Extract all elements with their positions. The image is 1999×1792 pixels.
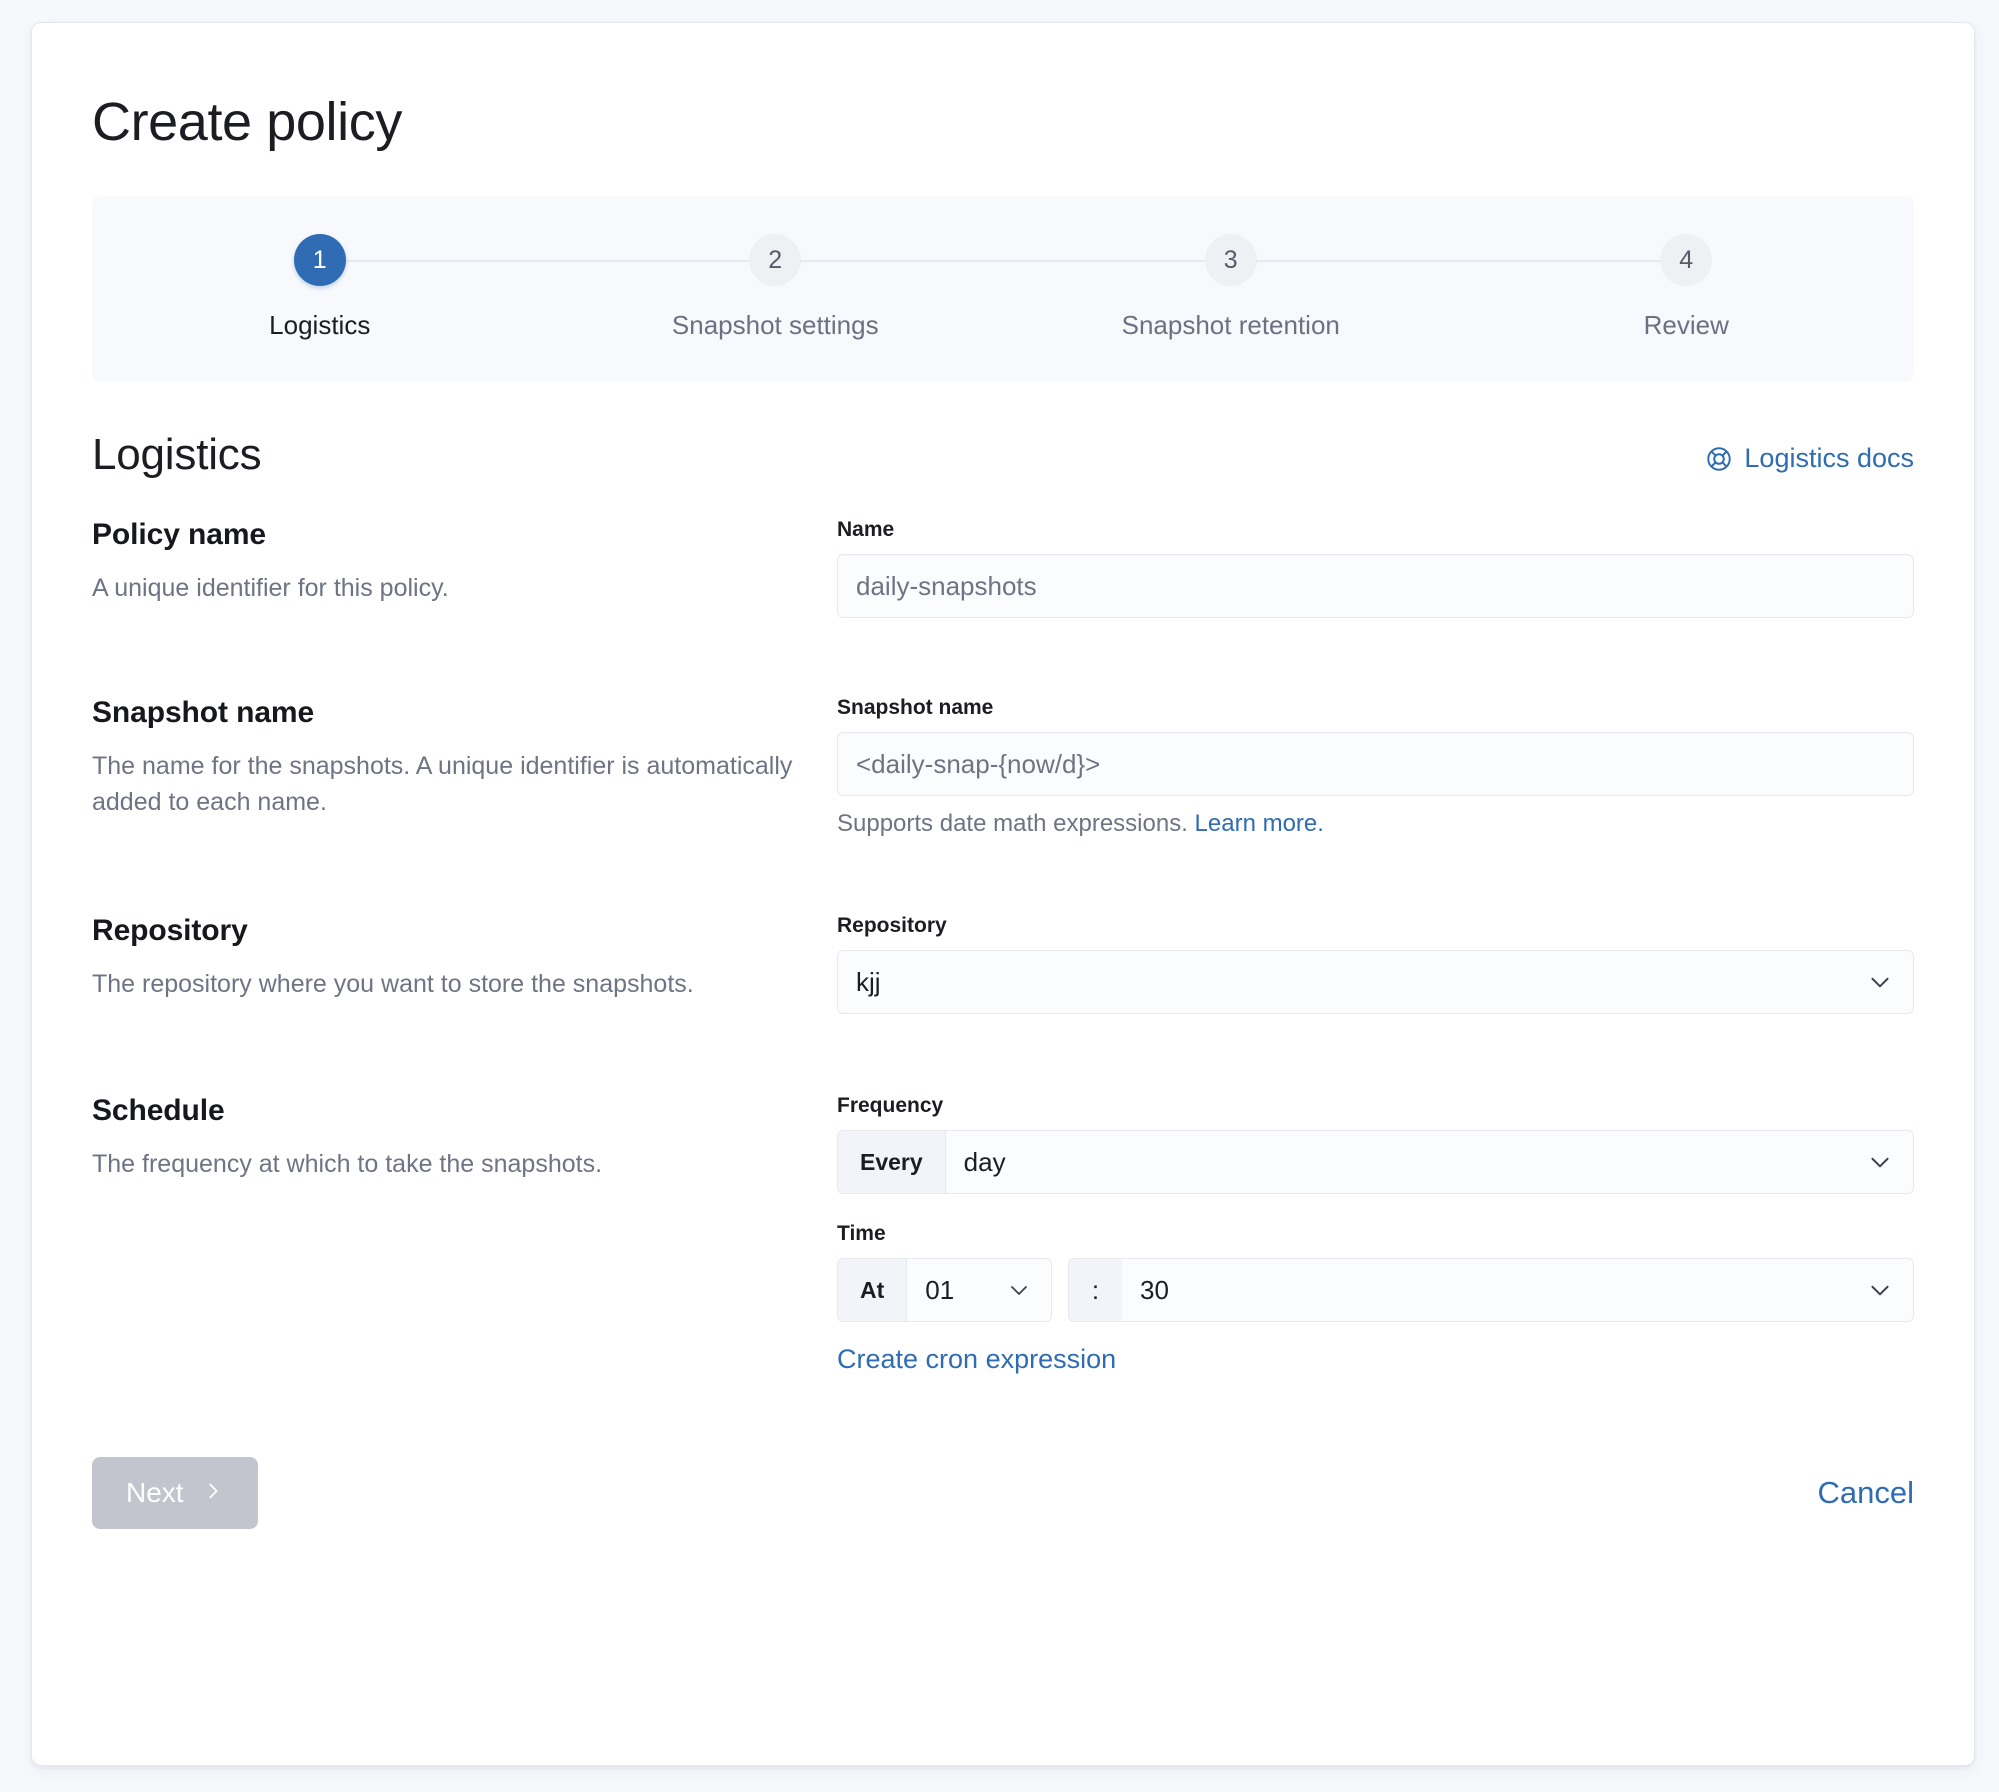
screen-root: Create policy 1 Logistics 2 Snapshot set… <box>0 0 1999 1792</box>
cancel-button[interactable]: Cancel <box>1818 1475 1915 1511</box>
step-snapshot-retention[interactable]: 3 Snapshot retention <box>1003 234 1459 341</box>
step-number-badge: 3 <box>1205 234 1257 286</box>
time-field-label: Time <box>837 1222 1914 1246</box>
learn-more-link[interactable]: Learn more. <box>1195 810 1324 837</box>
time-minutes-select[interactable]: 30 <box>1122 1258 1914 1322</box>
time-separator: : <box>1068 1258 1122 1322</box>
snapshot-name-help: Supports date math expressions. Learn mo… <box>837 810 1914 838</box>
snapshot-name-row: Snapshot name The name for the snapshots… <box>92 696 1914 838</box>
policy-name-title: Policy name <box>92 518 807 552</box>
step-connector-left <box>1231 260 1661 262</box>
repository-select[interactable]: kjj <box>837 950 1914 1014</box>
step-label: Snapshot retention <box>1122 310 1340 341</box>
policy-name-row: Policy name A unique identifier for this… <box>92 518 1914 618</box>
chevron-down-icon <box>1867 1149 1913 1175</box>
step-number-badge: 2 <box>749 234 801 286</box>
time-hours-group: At 01 <box>837 1258 1052 1322</box>
step-connector-left <box>320 260 750 262</box>
section-title: Logistics <box>92 430 261 480</box>
snapshot-name-help-text: Supports date math expressions. <box>837 810 1188 837</box>
lifebuoy-icon <box>1705 445 1733 473</box>
schedule-description: The frequency at which to take the snaps… <box>92 1146 807 1182</box>
frequency-group: Every day <box>837 1130 1914 1194</box>
step-label: Snapshot settings <box>672 310 879 341</box>
page-title: Create policy <box>92 95 1914 149</box>
schedule-row: Schedule The frequency at which to take … <box>92 1094 1914 1375</box>
step-label: Review <box>1644 310 1729 341</box>
schedule-title: Schedule <box>92 1094 807 1128</box>
wizard-stepper: 1 Logistics 2 Snapshot settings 3 Snapsh… <box>92 196 1914 382</box>
logistics-docs-link[interactable]: Logistics docs <box>1705 443 1914 480</box>
frequency-selected-value: day <box>946 1147 1867 1178</box>
snapshot-name-input[interactable] <box>837 732 1914 796</box>
chevron-down-icon <box>1867 969 1913 995</box>
policy-name-description: A unique identifier for this policy. <box>92 570 807 606</box>
repository-description: The repository where you want to store t… <box>92 966 807 1002</box>
wizard-footer: Next Cancel <box>92 1457 1914 1529</box>
step-number-badge: 4 <box>1660 234 1712 286</box>
repository-field-label: Repository <box>837 914 1914 938</box>
create-cron-expression-link[interactable]: Create cron expression <box>837 1344 1116 1375</box>
chevron-right-icon <box>202 1477 224 1509</box>
next-button[interactable]: Next <box>92 1457 258 1529</box>
frequency-select[interactable]: day <box>946 1131 1913 1193</box>
step-logistics[interactable]: 1 Logistics <box>92 234 548 341</box>
section-header: Logistics Logistics docs <box>92 430 1914 480</box>
time-prepend-label: At <box>838 1259 907 1321</box>
chevron-down-icon <box>1007 1278 1051 1302</box>
time-row: At 01 : <box>837 1258 1914 1322</box>
repository-selected-value: kjj <box>838 967 1867 998</box>
chevron-down-icon <box>1867 1277 1913 1303</box>
step-connector-left <box>775 260 1205 262</box>
create-policy-card: Create policy 1 Logistics 2 Snapshot set… <box>31 22 1975 1766</box>
step-label: Logistics <box>269 310 370 341</box>
frequency-field-label: Frequency <box>837 1094 1914 1118</box>
time-block: Time At 01 <box>837 1222 1914 1375</box>
step-snapshot-settings[interactable]: 2 Snapshot settings <box>548 234 1004 341</box>
time-hours-value: 01 <box>907 1275 1007 1306</box>
step-review[interactable]: 4 Review <box>1459 234 1915 341</box>
snapshot-name-description: The name for the snapshots. A unique ide… <box>92 748 807 821</box>
policy-name-field-label: Name <box>837 518 1914 542</box>
snapshot-name-title: Snapshot name <box>92 696 807 730</box>
policy-name-input[interactable] <box>837 554 1914 618</box>
repository-row: Repository The repository where you want… <box>92 914 1914 1014</box>
next-button-label: Next <box>126 1477 184 1509</box>
frequency-prepend-label: Every <box>838 1131 946 1193</box>
time-hours-select[interactable]: 01 <box>907 1259 1051 1321</box>
step-number-badge: 1 <box>294 234 346 286</box>
logistics-docs-label: Logistics docs <box>1744 443 1914 474</box>
repository-title: Repository <box>92 914 807 948</box>
time-minutes-value: 30 <box>1122 1275 1867 1306</box>
snapshot-name-field-label: Snapshot name <box>837 696 1914 720</box>
